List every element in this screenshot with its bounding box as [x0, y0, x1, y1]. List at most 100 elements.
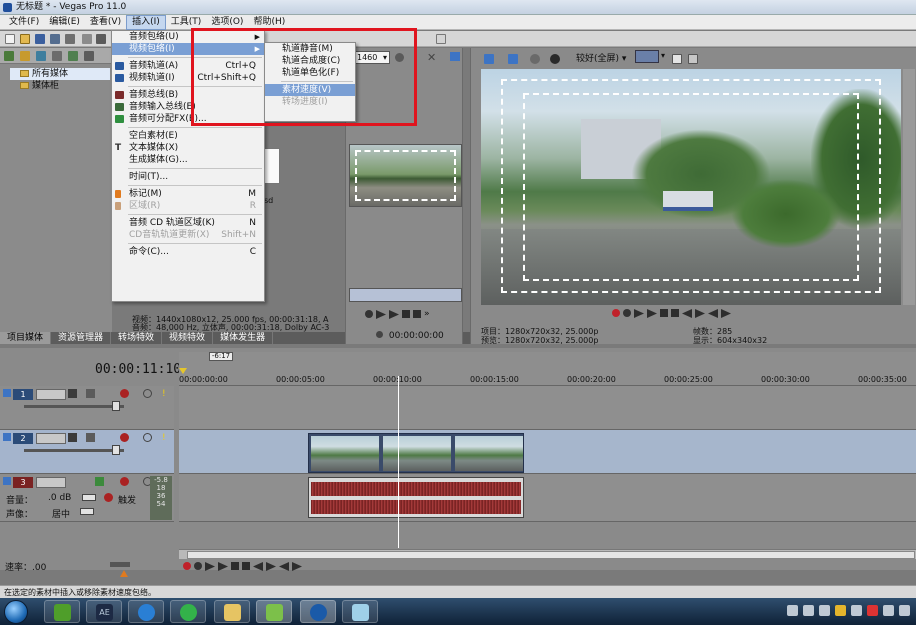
gear-icon[interactable] — [104, 493, 113, 502]
next-frame-icon[interactable] — [292, 562, 302, 571]
trigger-label[interactable]: 触发 — [118, 493, 136, 506]
pan-slider[interactable] — [80, 508, 94, 515]
menu-file[interactable]: 文件(F) — [4, 16, 44, 29]
chevron-down-icon[interactable]: ▾ — [661, 51, 665, 60]
menu-item-text-media[interactable]: T 文本媒体(X) — [112, 142, 264, 154]
tray-display-icon[interactable] — [883, 605, 894, 616]
tray-alert-icon[interactable] — [835, 605, 846, 616]
track-fx-icon[interactable] — [86, 389, 95, 398]
track-motion-icon[interactable] — [68, 433, 77, 442]
video-output-icon[interactable] — [508, 54, 518, 64]
menu-view[interactable]: 查看(V) — [85, 16, 126, 29]
new-file-icon[interactable] — [5, 34, 15, 44]
save-snapshot-icon[interactable] — [688, 54, 698, 64]
track-motion-icon[interactable] — [68, 389, 77, 398]
loop-icon[interactable] — [365, 310, 373, 318]
tray-arrow-icon[interactable] — [787, 605, 798, 616]
menu-help[interactable]: 帮助(H) — [248, 16, 290, 29]
open-folder-icon[interactable] — [20, 34, 30, 44]
play-from-start-icon[interactable] — [376, 310, 386, 319]
pause-icon[interactable] — [660, 309, 668, 317]
play-from-start-icon[interactable] — [634, 309, 644, 318]
menu-item-empty-event[interactable]: 空白素材(E) — [112, 130, 264, 142]
track-header-2[interactable]: 2 ! — [0, 430, 174, 474]
help-icon[interactable] — [436, 34, 446, 44]
stop-icon[interactable] — [413, 310, 421, 318]
menu-item-cd-track-update[interactable]: CD音轨轨道更新(X) Shift+N — [112, 229, 264, 241]
pause-icon[interactable] — [231, 562, 239, 570]
track-collapse-icon[interactable] — [3, 433, 11, 441]
track-header-3[interactable]: 3 ! 音量： .0 dB 触发 声像： 居中 -5.8 18 36 54 — [0, 474, 174, 522]
tree-item-media-bins[interactable]: 媒体柜 — [10, 80, 110, 92]
tray-settings-icon[interactable] — [851, 605, 862, 616]
timeline-scrollbar[interactable] — [179, 549, 916, 559]
video-clip[interactable] — [308, 433, 524, 473]
taskbar-browser-button[interactable] — [128, 600, 164, 623]
mute-icon[interactable] — [143, 433, 152, 442]
scrollbar-thumb[interactable] — [187, 551, 915, 559]
track-header-1[interactable]: 1 ! — [0, 386, 174, 430]
menu-item-region[interactable]: 区域(R) R — [112, 200, 264, 212]
timeline-ruler[interactable]: 00:00:00:00 00:00:05:00 00:00:10:00 00:0… — [179, 352, 916, 386]
cut-icon[interactable] — [96, 34, 106, 44]
menu-edit[interactable]: 编辑(E) — [44, 16, 85, 29]
tab-project-media[interactable]: 项目媒体 — [0, 332, 52, 344]
delete-icon[interactable] — [52, 51, 62, 61]
preview-quality-icon[interactable] — [550, 54, 560, 64]
taskbar-360-button[interactable] — [170, 600, 206, 623]
import-media-icon[interactable] — [4, 51, 14, 61]
track-lane-1[interactable] — [179, 386, 916, 430]
taskbar-vegas-button[interactable] — [300, 600, 336, 623]
tray-flag-icon[interactable] — [867, 605, 878, 616]
audio-clip[interactable] — [308, 477, 524, 518]
loop-icon[interactable] — [194, 562, 202, 570]
rate-slider-thumb[interactable] — [120, 570, 128, 577]
media-thumbnail[interactable] — [264, 148, 280, 184]
refresh-icon[interactable] — [68, 51, 78, 61]
split-screen-icon[interactable] — [530, 54, 540, 64]
track-level-knob[interactable] — [112, 445, 120, 455]
tree-item-all-media[interactable]: 所有媒体 — [10, 68, 110, 80]
menu-item-marker[interactable]: 标记(M) M — [112, 188, 264, 200]
go-to-end-icon[interactable] — [266, 562, 276, 571]
track-name-field[interactable] — [36, 389, 66, 400]
menu-insert[interactable]: 插入(I) — [126, 14, 166, 30]
record-icon[interactable] — [183, 562, 191, 570]
track-lane-2[interactable] — [179, 430, 916, 474]
capture-icon[interactable] — [20, 51, 30, 61]
play-icon[interactable] — [647, 309, 657, 318]
tab-media-generators[interactable]: 媒体发生器 — [213, 332, 274, 344]
taskbar-media-button[interactable] — [342, 600, 378, 623]
track-name-field[interactable] — [36, 433, 66, 444]
go-to-start-icon[interactable] — [682, 309, 692, 318]
track-fx-icon[interactable] — [86, 433, 95, 442]
track-level-slider[interactable] — [24, 449, 124, 452]
pause-icon[interactable] — [402, 310, 410, 318]
menu-options[interactable]: 选项(O) — [206, 16, 248, 29]
play-from-start-icon[interactable] — [205, 562, 215, 571]
play-icon[interactable] — [389, 310, 399, 319]
taskbar-explorer-button[interactable] — [214, 600, 250, 623]
trimmer-timeline[interactable] — [349, 288, 462, 302]
preview-device-icon[interactable] — [484, 54, 494, 64]
gear-icon[interactable] — [120, 433, 129, 442]
tab-explorer[interactable]: 资源管理器 — [51, 332, 112, 344]
volume-slider[interactable] — [82, 494, 96, 501]
track-level-slider[interactable] — [24, 405, 124, 408]
next-frame-icon[interactable] — [721, 309, 731, 318]
record-icon[interactable] — [612, 309, 620, 317]
tray-shield-icon[interactable] — [803, 605, 814, 616]
track-level-knob[interactable] — [112, 401, 120, 411]
get-media-icon[interactable] — [36, 51, 46, 61]
loop-icon[interactable] — [623, 309, 631, 317]
properties-icon[interactable] — [82, 34, 92, 44]
menu-item-cd-track-region[interactable]: 音频 CD 轨道区域(K) N — [112, 217, 264, 229]
close-icon[interactable]: ✕ — [427, 51, 436, 64]
menu-item-generated-media[interactable]: 生成媒体(G)... — [112, 154, 264, 166]
tray-volume-icon[interactable] — [899, 605, 910, 616]
track-name-field[interactable] — [36, 477, 66, 488]
track-collapse-icon[interactable] — [3, 389, 11, 397]
save-as-icon[interactable] — [50, 34, 60, 44]
preview-scrollbar[interactable] — [903, 69, 915, 305]
screen-icon[interactable] — [450, 52, 460, 61]
